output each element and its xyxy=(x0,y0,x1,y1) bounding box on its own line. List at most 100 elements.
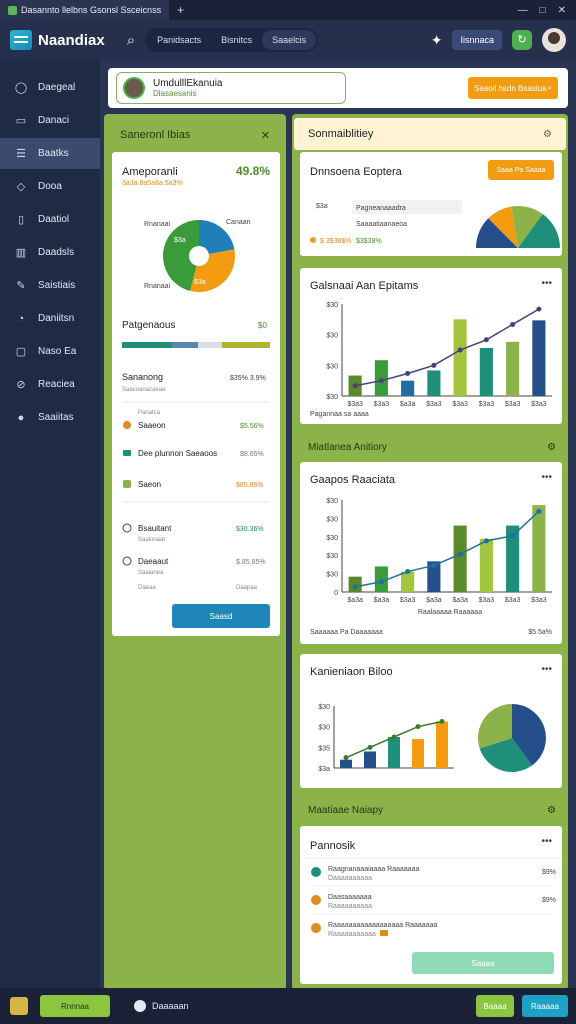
section-1-header: Miatlanea Anitiory ⚙ xyxy=(298,436,566,458)
bar xyxy=(412,739,424,768)
activity-item-3-label: Raaaaaaaaaaaaaaaaaa Raaaaaaa xyxy=(328,922,437,929)
x-tick-label: $3a3 xyxy=(531,597,547,604)
sparkle-icon[interactable]: ✦ xyxy=(431,32,443,49)
x-tick-label: $3a3 xyxy=(452,401,468,408)
x-tick-label: $a3a xyxy=(452,597,468,604)
nav-pill-2[interactable]: Bisnitcs xyxy=(211,30,262,50)
activity-item-2-sub: Raaaaaaaaaa xyxy=(328,903,372,910)
user-avatar[interactable] xyxy=(542,28,566,52)
bar xyxy=(388,737,400,768)
y-tick-label: $30 xyxy=(326,498,338,505)
sidebar-item-10[interactable]: ⊘ Reaciea xyxy=(0,369,100,400)
chart1-card: Galsnaai Aan Epitams ••• $30 $30 $30 $30 $3a… xyxy=(300,268,562,424)
bottom-nav-item[interactable]: Daaaaan xyxy=(134,1000,189,1012)
x-tick-label: $3a3 xyxy=(505,597,521,604)
sidebar-item-7[interactable]: ✎ Saistiais xyxy=(0,270,100,301)
overview-small-2: Saaaatiaanaeoa xyxy=(356,221,407,228)
y-tick-label: $30 xyxy=(326,302,338,309)
bottom-nav-label: Daaaaan xyxy=(152,1001,189,1011)
x-tick-label: $a3a xyxy=(400,401,416,408)
sidebar-item-5[interactable]: ▯ Daatiol xyxy=(0,204,100,235)
donut-hole xyxy=(189,246,209,266)
settings-icon[interactable]: ⚙ xyxy=(547,805,556,816)
pie-value-1: $3a xyxy=(174,237,186,244)
nav-pill-1[interactable]: Panidsacts xyxy=(147,30,211,50)
bar xyxy=(348,576,362,592)
user-profile-chip[interactable]: UmdulllEkanuia Dlasaesanis xyxy=(116,72,346,104)
bottom-button-1[interactable]: Baaaa xyxy=(476,995,514,1017)
browser-tab[interactable]: Dasannto llelbns Gsonsl Ssceicnss xyxy=(0,0,170,20)
overview-card: Dnnsoena Eoptera Saaa Pa Saaaa $3a Pagne… xyxy=(300,152,562,256)
sidebar-item-2[interactable]: ▭ Danaci xyxy=(0,105,100,136)
summary-card-graphics: Rnanaai Canaan Rnanaai $3a $3a Patgenaou… xyxy=(122,219,270,591)
maximize-icon[interactable]: □ xyxy=(540,5,546,16)
card-action-button[interactable]: Saasd xyxy=(172,604,270,628)
settings-icon[interactable]: ⚙ xyxy=(543,129,552,140)
sidebar-item-label: Naso Ea xyxy=(38,346,77,357)
activity-item-3-icon xyxy=(311,923,321,933)
close-icon[interactable]: ✕ xyxy=(261,129,270,142)
trend-point xyxy=(431,562,437,568)
profile-subtitle: Dlasaesanis xyxy=(153,89,197,98)
new-tab-button[interactable]: + xyxy=(177,3,184,17)
x-tick-label: $3a3 xyxy=(505,401,521,408)
bottom-primary-button[interactable]: Rnnnaa xyxy=(40,995,110,1017)
refresh-icon[interactable]: ↻ xyxy=(512,30,532,50)
trend-point xyxy=(536,306,542,312)
chart2-x-title: Raalaaaaa Raaaaaa xyxy=(418,609,482,616)
folder-icon: ▭ xyxy=(15,115,27,127)
sidebar-item-9[interactable]: ▢ Naso Ea xyxy=(0,336,100,367)
sidebar-item-3[interactable]: ☰ Baatks xyxy=(0,138,100,169)
left-panel-title: Saneronl Ibias xyxy=(120,129,191,141)
grid-icon[interactable] xyxy=(10,997,28,1015)
bar xyxy=(532,320,546,396)
left-panel-header: Saneronl Ibias ✕ xyxy=(108,120,282,150)
header-action-button[interactable]: Iisnnaca xyxy=(452,30,502,50)
sidebar-item-11[interactable]: ● Saaiitas xyxy=(0,402,100,433)
list-value: $35% 3.9% xyxy=(230,375,266,382)
x-tick-label: $3a3 xyxy=(479,597,495,604)
sidebar-item-label: Reaciea xyxy=(38,379,75,390)
chart2-svg: $30 $30 $30 $30 $30 0 $a3a $a3a $3a3 $a3a $a3a $3a3… xyxy=(310,498,552,636)
bar xyxy=(532,505,546,592)
x-tick-label: $3a3 xyxy=(531,401,547,408)
y-tick-label: $3a xyxy=(318,766,330,773)
more-icon[interactable]: ••• xyxy=(541,836,552,847)
trend-point xyxy=(457,551,463,557)
activity-title: Pannosik xyxy=(310,840,356,852)
settings-icon[interactable]: ⚙ xyxy=(547,442,556,453)
sidebar-item-8[interactable]: ◔ Daniitsn xyxy=(0,303,100,334)
search-button-label: Saaoil hsdn Bsasiua xyxy=(474,83,547,93)
link-icon: ⊘ xyxy=(16,379,26,391)
app-name: Naandiax xyxy=(38,31,105,49)
sidebar-item-1[interactable]: ◯ Daegeal xyxy=(0,72,100,103)
sidebar-item-label: Daadsls xyxy=(38,247,75,258)
summary-title: Ameporanli xyxy=(122,166,178,178)
nav-pill-3[interactable]: Saaelcis xyxy=(262,30,317,50)
x-tick-label: $3a3 xyxy=(347,401,363,408)
row-2-label: Dee plunnon Saeaoos xyxy=(138,449,217,458)
search-icon[interactable]: ⌕ xyxy=(127,32,135,49)
row-6-value: Daapaa xyxy=(236,585,258,591)
bottom-button-2[interactable]: Raaaaa xyxy=(522,995,568,1017)
search-button[interactable]: Saaoil hsdn Bsasiua ⌕ xyxy=(468,77,558,99)
row-3-value: $85.86% xyxy=(236,482,264,489)
app-logo[interactable]: Naandiax xyxy=(10,30,105,50)
minimize-icon[interactable]: — xyxy=(518,5,528,16)
row-5-sub: Saaianea xyxy=(138,570,164,576)
sidebar-item-4[interactable]: ◇ Dooa xyxy=(0,171,100,202)
activity-item-2-label: Daasaaaaaaa xyxy=(328,894,372,901)
section-2-title: Maatiaae Naiapy xyxy=(308,804,384,816)
progress-seg-3 xyxy=(198,342,222,348)
trend-point xyxy=(483,337,489,343)
overview-stat-a: $ 3$38$% xyxy=(320,238,352,245)
bar xyxy=(453,525,467,592)
pie-label-1: Rnanaai xyxy=(144,221,171,228)
trend-point xyxy=(367,744,373,750)
trend-point xyxy=(510,533,516,539)
chart2-foot-right: $5 5a% xyxy=(528,629,552,636)
close-icon[interactable]: ✕ xyxy=(558,5,566,16)
y-tick-label: $30 xyxy=(326,333,338,340)
activity-button[interactable]: Saaaa xyxy=(412,952,554,974)
sidebar-item-6[interactable]: ▥ Daadsls xyxy=(0,237,100,268)
